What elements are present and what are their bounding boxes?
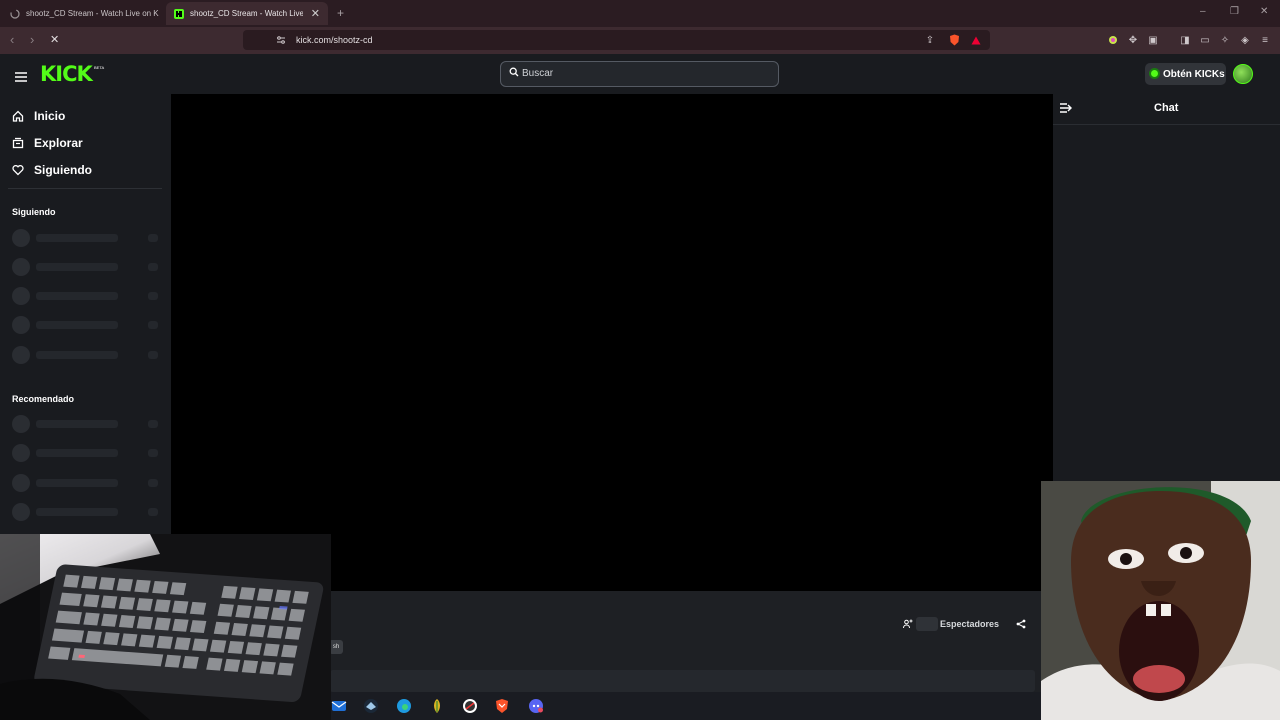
- url-text: kick.com/shootz-cd: [296, 35, 373, 45]
- discord-canary-icon[interactable]: [528, 698, 544, 714]
- close-tab-icon[interactable]: ✕: [311, 7, 320, 20]
- mail-app-icon[interactable]: [331, 698, 347, 714]
- stream-input-strip: [330, 670, 1035, 692]
- extension-color-icon[interactable]: [1106, 33, 1120, 47]
- collapse-chat-icon[interactable]: [1060, 103, 1072, 113]
- search-icon: [509, 67, 519, 77]
- following-skeleton-row: [12, 346, 162, 364]
- explore-icon: [12, 137, 24, 149]
- back-icon[interactable]: ‹: [10, 32, 14, 47]
- browser-menu-icon[interactable]: ≡: [1258, 33, 1272, 47]
- restore-icon[interactable]: ❐: [1230, 6, 1239, 17]
- following-skeleton-row: [12, 287, 162, 305]
- wallet-icon[interactable]: ▭: [1198, 33, 1212, 47]
- share-icon[interactable]: [1016, 619, 1026, 629]
- recommended-section-title: Recomendado: [12, 394, 75, 404]
- keyboard-image: [0, 534, 331, 720]
- share-page-icon[interactable]: ⇪: [923, 33, 937, 47]
- kicks-coin-icon: [1149, 68, 1160, 79]
- steam-icon[interactable]: [363, 698, 379, 714]
- viewers-label: Espectadores: [940, 619, 1000, 629]
- home-icon: [12, 110, 24, 122]
- search-placeholder: Buscar: [522, 68, 554, 79]
- kick-logo[interactable]: KICK: [40, 62, 93, 86]
- overlay-label: sh: [329, 640, 343, 654]
- chat-header-divider: [1053, 124, 1280, 125]
- extensions-puzzle-icon[interactable]: ✥: [1126, 33, 1140, 47]
- webcam-keyboard-feed: [0, 534, 331, 720]
- window-close-icon[interactable]: ✕: [1260, 6, 1268, 17]
- browser-tab-1-title: shootz_CD Stream - Watch Live on K: [26, 9, 159, 18]
- vpn-icon[interactable]: ◈: [1238, 33, 1252, 47]
- webcam-reaction-feed: [1041, 481, 1280, 720]
- video-player[interactable]: [171, 94, 1053, 591]
- browser-tab-2-title: shootz_CD Stream - Watch Live: [190, 9, 303, 18]
- recommended-skeleton-row: [12, 503, 162, 521]
- app-leaf-icon[interactable]: [429, 698, 445, 714]
- brave-rewards-icon[interactable]: [969, 33, 983, 47]
- sidebar-item-label: Siguiendo: [34, 163, 92, 177]
- sidebar: [0, 94, 171, 536]
- obs-icon[interactable]: [462, 698, 478, 714]
- following-skeleton-row: [12, 229, 162, 247]
- recommended-skeleton-row: [12, 444, 162, 462]
- sidebar-item-explorar[interactable]: Explorar: [12, 136, 83, 150]
- recommended-skeleton-row: [12, 415, 162, 433]
- extension-box-icon[interactable]: ▣: [1146, 33, 1160, 47]
- chat-panel: [1053, 94, 1280, 481]
- site-settings-icon[interactable]: [274, 33, 288, 47]
- viewers-icon: [903, 619, 913, 629]
- stop-loading-icon[interactable]: ✕: [50, 33, 59, 46]
- following-section-title: Siguiendo: [12, 207, 56, 217]
- minimize-icon[interactable]: –: [1200, 6, 1206, 17]
- brave-shields-icon[interactable]: [947, 33, 961, 47]
- leo-ai-icon[interactable]: ✧: [1218, 33, 1232, 47]
- sidebar-toggle-icon[interactable]: ◨: [1178, 33, 1192, 47]
- heart-icon: [12, 165, 24, 176]
- following-skeleton-row: [12, 258, 162, 276]
- following-skeleton-row: [12, 316, 162, 334]
- new-tab-button[interactable]: +: [337, 6, 344, 20]
- sidebar-item-inicio[interactable]: Inicio: [12, 109, 65, 123]
- edge-browser-icon[interactable]: [396, 698, 412, 714]
- browser-tab-1[interactable]: shootz_CD Stream - Watch Live on K: [2, 2, 162, 25]
- brave-browser-icon[interactable]: [494, 698, 510, 714]
- sidebar-item-label: Explorar: [34, 136, 83, 150]
- viewer-count-placeholder: [916, 617, 938, 631]
- sidebar-item-siguiendo[interactable]: Siguiendo: [12, 163, 92, 177]
- forward-icon[interactable]: ›: [30, 32, 34, 47]
- sidebar-divider: [8, 188, 162, 189]
- sidebar-item-label: Inicio: [34, 109, 66, 123]
- browser-tab-2[interactable]: shootz_CD Stream - Watch Live ✕: [166, 2, 328, 25]
- hamburger-menu-icon[interactable]: [15, 69, 27, 82]
- loading-icon: [10, 8, 20, 19]
- kick-favicon-icon: [174, 8, 184, 19]
- user-avatar[interactable]: [1233, 64, 1253, 84]
- chat-title: Chat: [1154, 102, 1179, 114]
- recommended-skeleton-row: [12, 474, 162, 492]
- beta-badge: BETA: [94, 65, 105, 70]
- reaction-face-image: [1041, 481, 1280, 720]
- get-kicks-label: Obtén KICKs: [1163, 68, 1225, 80]
